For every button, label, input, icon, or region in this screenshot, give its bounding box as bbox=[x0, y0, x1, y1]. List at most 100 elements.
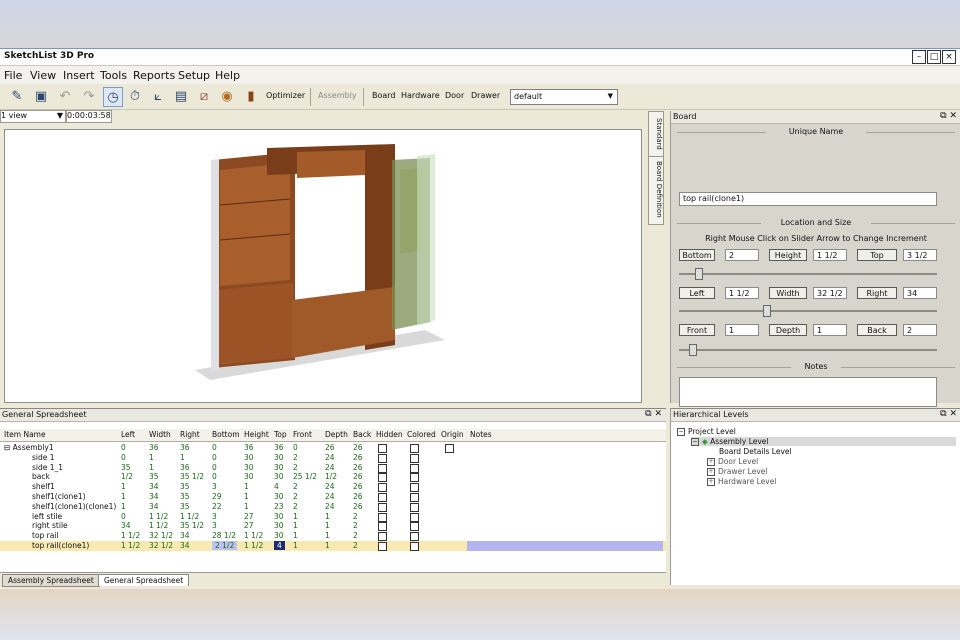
tree-node-door[interactable]: + Door Level bbox=[707, 457, 758, 466]
menu-reports[interactable]: Reports bbox=[133, 69, 175, 82]
cell-depth[interactable]: 1/2 bbox=[325, 472, 337, 481]
cell-width[interactable]: 1 bbox=[149, 453, 154, 462]
tree-node-drawer[interactable]: + Drawer Level bbox=[707, 467, 767, 476]
table-row[interactable]: shelf1 1 34 35 3 1 4 2 24 26 bbox=[0, 482, 666, 493]
open-icon[interactable]: ✎ bbox=[8, 87, 26, 105]
cell-front[interactable]: 1 bbox=[293, 521, 298, 530]
board-icon[interactable]: ▮ bbox=[242, 87, 260, 105]
cell-right[interactable]: 35 1/2 bbox=[180, 521, 204, 530]
table-row[interactable]: shelf1(clone1)(clone1) 1 34 35 22 1 23 2 24 26 bbox=[0, 502, 666, 512]
cell-left[interactable]: 1 bbox=[121, 482, 126, 491]
clock-icon[interactable]: ◷ bbox=[103, 87, 123, 107]
cell-top[interactable]: 30 bbox=[274, 512, 284, 521]
cell-bottom[interactable]: 3 bbox=[212, 512, 217, 521]
top-button[interactable]: Top bbox=[857, 249, 897, 261]
cell-front[interactable]: 2 bbox=[293, 502, 298, 511]
cell-bottom[interactable]: 3 bbox=[212, 521, 217, 530]
tab-assembly-spreadsheet[interactable]: Assembly Spreadsheet bbox=[2, 574, 100, 587]
cell-left[interactable]: 1 bbox=[121, 492, 126, 501]
cell-front[interactable]: 2 bbox=[293, 453, 298, 462]
cell-item-name[interactable]: back bbox=[32, 472, 50, 481]
cell-front[interactable]: 0 bbox=[293, 443, 298, 452]
cell-depth[interactable]: 24 bbox=[325, 482, 335, 491]
target-icon[interactable]: ◉ bbox=[218, 87, 236, 105]
cell-top[interactable]: 36 bbox=[274, 443, 284, 452]
cell-top[interactable]: 30 bbox=[274, 453, 284, 462]
cell-back[interactable]: 26 bbox=[353, 463, 363, 472]
cell-height[interactable]: 30 bbox=[244, 463, 254, 472]
board-button[interactable]: Board bbox=[372, 91, 396, 100]
horizontal-slider-thumb[interactable] bbox=[763, 305, 771, 317]
cell-item-name[interactable]: top rail(clone1) bbox=[32, 541, 89, 550]
menu-insert[interactable]: Insert bbox=[63, 69, 95, 82]
table-row[interactable]: top rail(clone1) 1 1/2 32 1/2 34 2 1/2 1 1/2 4… bbox=[0, 541, 666, 551]
cell-width[interactable]: 32 1/2 bbox=[149, 531, 173, 540]
cell-right[interactable]: 34 bbox=[180, 541, 190, 550]
table-row[interactable]: side 1 0 1 1 0 30 30 2 24 26 bbox=[0, 453, 666, 463]
door-button[interactable]: Door bbox=[445, 91, 464, 100]
cell-top[interactable]: 30 bbox=[274, 463, 284, 472]
col-colored[interactable]: Colored bbox=[407, 430, 436, 439]
panel-window-icons[interactable]: ⧉ ✕ bbox=[645, 409, 662, 419]
cell-item-name[interactable]: top rail bbox=[32, 531, 59, 540]
origin-checkbox[interactable] bbox=[445, 444, 454, 453]
cell-top[interactable]: 30 bbox=[274, 492, 284, 501]
hidden-checkbox[interactable] bbox=[378, 463, 387, 473]
cell-back[interactable]: 2 bbox=[353, 541, 358, 550]
cell-front[interactable]: 1 bbox=[293, 541, 298, 550]
tree-node-assembly[interactable]: − ◆ Assembly Level bbox=[691, 437, 956, 446]
cell-top[interactable]: 4 bbox=[274, 482, 279, 491]
tab-board-definition[interactable]: Board Definition bbox=[649, 156, 663, 221]
cell-item-name[interactable]: left stile bbox=[32, 512, 62, 521]
cell-back[interactable]: 2 bbox=[353, 531, 358, 540]
menu-file[interactable]: File bbox=[4, 69, 22, 82]
tree-node-board-details[interactable]: Board Details Level bbox=[719, 447, 792, 456]
cell-back[interactable]: 2 bbox=[353, 521, 358, 530]
colored-checkbox[interactable] bbox=[410, 453, 419, 463]
col-width[interactable]: Width bbox=[149, 430, 171, 439]
col-top[interactable]: Top bbox=[274, 430, 287, 439]
cell-right[interactable]: 35 1/2 bbox=[180, 472, 204, 481]
cell-width[interactable]: 35 bbox=[149, 472, 159, 481]
view-select[interactable]: 1 view ▼ bbox=[0, 110, 66, 123]
cell-height[interactable]: 30 bbox=[244, 453, 254, 462]
cell-bottom[interactable]: 2 1/2 bbox=[212, 541, 238, 550]
cell-right[interactable]: 36 bbox=[180, 463, 190, 472]
cell-back[interactable]: 26 bbox=[353, 502, 363, 511]
cell-top[interactable]: 30 bbox=[274, 531, 284, 540]
cell-front[interactable]: 2 bbox=[293, 482, 298, 491]
cell-width[interactable]: 1 1/2 bbox=[149, 521, 168, 530]
colored-checkbox[interactable] bbox=[410, 542, 419, 551]
colored-checkbox[interactable] bbox=[410, 522, 419, 532]
cell-width[interactable]: 1 1/2 bbox=[149, 512, 168, 521]
cell-right[interactable]: 35 bbox=[180, 502, 190, 511]
width-button[interactable]: Width bbox=[769, 287, 807, 299]
colored-checkbox[interactable] bbox=[410, 512, 419, 522]
colored-checkbox[interactable] bbox=[410, 493, 419, 502]
cell-item-name[interactable]: side 1 bbox=[32, 453, 55, 462]
hidden-checkbox[interactable] bbox=[378, 542, 387, 551]
expand-icon[interactable]: + bbox=[707, 478, 715, 486]
cell-back[interactable]: 2 bbox=[353, 512, 358, 521]
hidden-checkbox[interactable] bbox=[378, 473, 387, 483]
minimize-icon[interactable]: – bbox=[912, 50, 926, 64]
cell-front[interactable]: 1 bbox=[293, 531, 298, 540]
hidden-checkbox[interactable] bbox=[378, 522, 387, 532]
colored-checkbox[interactable] bbox=[410, 463, 419, 473]
cell-right[interactable]: 1 1/2 bbox=[180, 512, 199, 521]
cell-width[interactable]: 34 bbox=[149, 492, 159, 501]
hidden-checkbox[interactable] bbox=[378, 493, 387, 502]
col-front[interactable]: Front bbox=[293, 430, 312, 439]
collapse-icon[interactable]: − bbox=[677, 428, 685, 436]
panel-window-icons[interactable]: ⧉ ✕ bbox=[940, 409, 957, 419]
style-dropdown[interactable]: default ▼ bbox=[510, 89, 618, 105]
cell-back[interactable]: 26 bbox=[353, 443, 363, 452]
cell-front[interactable]: 1 bbox=[293, 512, 298, 521]
vertical-slider-thumb[interactable] bbox=[695, 268, 703, 280]
colored-checkbox[interactable] bbox=[410, 532, 419, 542]
col-depth[interactable]: Depth bbox=[325, 430, 348, 439]
table-row[interactable]: side 1_1 35 1 36 0 30 30 2 24 26 bbox=[0, 463, 666, 473]
cell-depth[interactable]: 24 bbox=[325, 492, 335, 501]
cell-height[interactable]: 36 bbox=[244, 443, 254, 452]
cell-height[interactable]: 1 1/2 bbox=[244, 541, 263, 550]
